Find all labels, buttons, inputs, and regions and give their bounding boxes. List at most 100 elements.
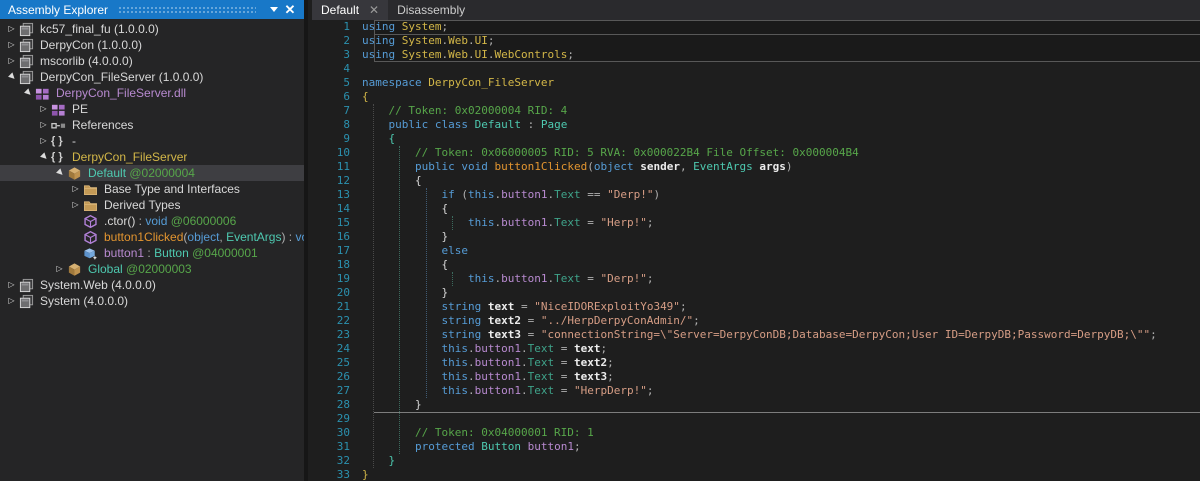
- tab-default[interactable]: Default ✕: [312, 0, 388, 20]
- code-line-text: string text = "NiceIDORExploitYo349";: [362, 300, 1200, 314]
- code-line[interactable]: 15 this.button1.Text = "Herp!";: [312, 216, 1200, 230]
- code-line[interactable]: 18 {: [312, 258, 1200, 272]
- code-line[interactable]: 1using System;: [312, 20, 1200, 34]
- code-line[interactable]: 33}: [312, 468, 1200, 481]
- chevron-down-icon: [270, 7, 278, 12]
- expander-collapsed-icon[interactable]: ▷: [68, 181, 83, 197]
- tree-item-label: DerpyCon_FileServer (1.0.0.0): [40, 70, 203, 84]
- code-line[interactable]: 4: [312, 62, 1200, 76]
- tree-item[interactable]: ▷ System.Web (4.0.0.0): [0, 277, 304, 293]
- folder-icon: [83, 197, 100, 213]
- code-line[interactable]: 29: [312, 412, 1200, 426]
- tab-close-icon[interactable]: ✕: [369, 4, 379, 16]
- code-line[interactable]: 31 protected Button button1;: [312, 440, 1200, 454]
- expander-collapsed-icon[interactable]: ▷: [68, 197, 83, 213]
- code-line[interactable]: 8 public class Default : Page: [312, 118, 1200, 132]
- expander-collapsed-icon[interactable]: ▷: [4, 277, 19, 293]
- code-line[interactable]: 7 // Token: 0x02000004 RID: 4: [312, 104, 1200, 118]
- code-line[interactable]: 28 }: [312, 398, 1200, 412]
- code-line[interactable]: 16 }: [312, 230, 1200, 244]
- tree-item[interactable]: ▷System (4.0.0.0): [0, 293, 304, 309]
- tree-item[interactable]: ▷DerpyCon (1.0.0.0): [0, 37, 304, 53]
- tree-item[interactable]: ▷mscorlib (4.0.0.0): [0, 53, 304, 69]
- code-line[interactable]: 14 {: [312, 202, 1200, 216]
- tree-item[interactable]: ▶Default @02000004: [0, 165, 304, 181]
- tree-item[interactable]: button1 : Button @04000001: [0, 245, 304, 261]
- code-line[interactable]: 9 {: [312, 132, 1200, 146]
- code-line[interactable]: 19 this.button1.Text = "Derp!";: [312, 272, 1200, 286]
- line-number: 10: [312, 146, 362, 160]
- code-line[interactable]: 24 this.button1.Text = text;: [312, 342, 1200, 356]
- tree-item[interactable]: .ctor() : void @06000006: [0, 213, 304, 229]
- code-line-text: {: [362, 90, 1200, 104]
- code-line[interactable]: 20 }: [312, 286, 1200, 300]
- expander-collapsed-icon[interactable]: ▷: [4, 21, 19, 37]
- panel-title: Assembly Explorer: [8, 3, 108, 17]
- expander-collapsed-icon[interactable]: ▷: [4, 37, 19, 53]
- code-line[interactable]: 25 this.button1.Text = text2;: [312, 356, 1200, 370]
- code-line-text: {: [362, 202, 1200, 216]
- code-line-text: }: [362, 230, 1200, 244]
- tree-item[interactable]: button1Clicked(object, EventArgs) : void: [0, 229, 304, 245]
- tab-disassembly[interactable]: Disassembly: [388, 0, 474, 20]
- code-line[interactable]: 17 else: [312, 244, 1200, 258]
- code-line[interactable]: 26 this.button1.Text = text3;: [312, 370, 1200, 384]
- expander-collapsed-icon[interactable]: ▷: [4, 293, 19, 309]
- tree-item[interactable]: ▶DerpyCon_FileServer (1.0.0.0): [0, 69, 304, 85]
- code-line[interactable]: 32 }: [312, 454, 1200, 468]
- expander-collapsed-icon[interactable]: ▷: [52, 261, 67, 277]
- tree-item[interactable]: ▷Derived Types: [0, 197, 304, 213]
- panel-dropdown-button[interactable]: [266, 2, 282, 18]
- line-number: 21: [312, 300, 362, 314]
- code-line[interactable]: 5namespace DerpyCon_FileServer: [312, 76, 1200, 90]
- line-number: 20: [312, 286, 362, 300]
- code-line-text: // Token: 0x02000004 RID: 4: [362, 104, 1200, 118]
- line-number: 18: [312, 258, 362, 272]
- assembly-explorer-header[interactable]: Assembly Explorer ✕: [0, 0, 304, 19]
- line-number: 3: [312, 48, 362, 62]
- line-number: 24: [312, 342, 362, 356]
- code-line-text: [362, 412, 1200, 426]
- assembly-explorer-panel: Assembly Explorer ✕ ▷ kc57_final_fu (1.0.…: [0, 0, 308, 481]
- tree-item[interactable]: ▷Base Type and Interfaces: [0, 181, 304, 197]
- tree-item[interactable]: ▷Global @02000003: [0, 261, 304, 277]
- tree-item-label: button1 : Button @04000001: [104, 246, 258, 260]
- expander-collapsed-icon[interactable]: ▷: [36, 117, 51, 133]
- code-line[interactable]: 23 string text3 = "connectionString=\"Se…: [312, 328, 1200, 342]
- tree-item-label: References: [72, 118, 133, 132]
- code-line[interactable]: 21 string text = "NiceIDORExploitYo349";: [312, 300, 1200, 314]
- code-line-text: else: [362, 244, 1200, 258]
- expander-collapsed-icon[interactable]: ▷: [36, 133, 51, 149]
- code-line[interactable]: 27 this.button1.Text = "HerpDerp!";: [312, 384, 1200, 398]
- line-number: 13: [312, 188, 362, 202]
- tree-item-label: .ctor() : void @06000006: [104, 214, 236, 228]
- tree-item[interactable]: ▷ References: [0, 117, 304, 133]
- code-line-text: this.button1.Text = text2;: [362, 356, 1200, 370]
- tree-item-label: kc57_final_fu (1.0.0.0): [40, 22, 159, 36]
- panel-close-button[interactable]: ✕: [282, 2, 298, 18]
- code-line[interactable]: 11 public void button1Clicked(object sen…: [312, 160, 1200, 174]
- tree-item-label: DerpyCon_FileServer: [72, 150, 187, 164]
- code-line[interactable]: 6{: [312, 90, 1200, 104]
- code-editor[interactable]: 1using System;2using System.Web.UI;3usin…: [312, 20, 1200, 481]
- tree-item[interactable]: ▷ kc57_final_fu (1.0.0.0): [0, 21, 304, 37]
- code-line[interactable]: 30 // Token: 0x04000001 RID: 1: [312, 426, 1200, 440]
- code-line-text: [362, 62, 1200, 76]
- code-line[interactable]: 13 if (this.button1.Text == "Derp!"): [312, 188, 1200, 202]
- expander-collapsed-icon[interactable]: ▷: [4, 53, 19, 69]
- code-line-text: protected Button button1;: [362, 440, 1200, 454]
- code-line[interactable]: 2using System.Web.UI;: [312, 34, 1200, 48]
- expander-collapsed-icon[interactable]: ▷: [36, 101, 51, 117]
- code-line[interactable]: 3using System.Web.UI.WebControls;: [312, 48, 1200, 62]
- tree-item[interactable]: ▷PE: [0, 101, 304, 117]
- tree-item-label: System.Web (4.0.0.0): [40, 278, 156, 292]
- code-line[interactable]: 12 {: [312, 174, 1200, 188]
- tree-item[interactable]: ▷{ }-: [0, 133, 304, 149]
- line-number: 16: [312, 230, 362, 244]
- tree-item[interactable]: ▶{ }DerpyCon_FileServer: [0, 149, 304, 165]
- tree-item[interactable]: ▶DerpyCon_FileServer.dll: [0, 85, 304, 101]
- line-number: 19: [312, 272, 362, 286]
- code-line[interactable]: 10 // Token: 0x06000005 RID: 5 RVA: 0x00…: [312, 146, 1200, 160]
- code-line-text: if (this.button1.Text == "Derp!"): [362, 188, 1200, 202]
- code-line[interactable]: 22 string text2 = "../HerpDerpyConAdmin/…: [312, 314, 1200, 328]
